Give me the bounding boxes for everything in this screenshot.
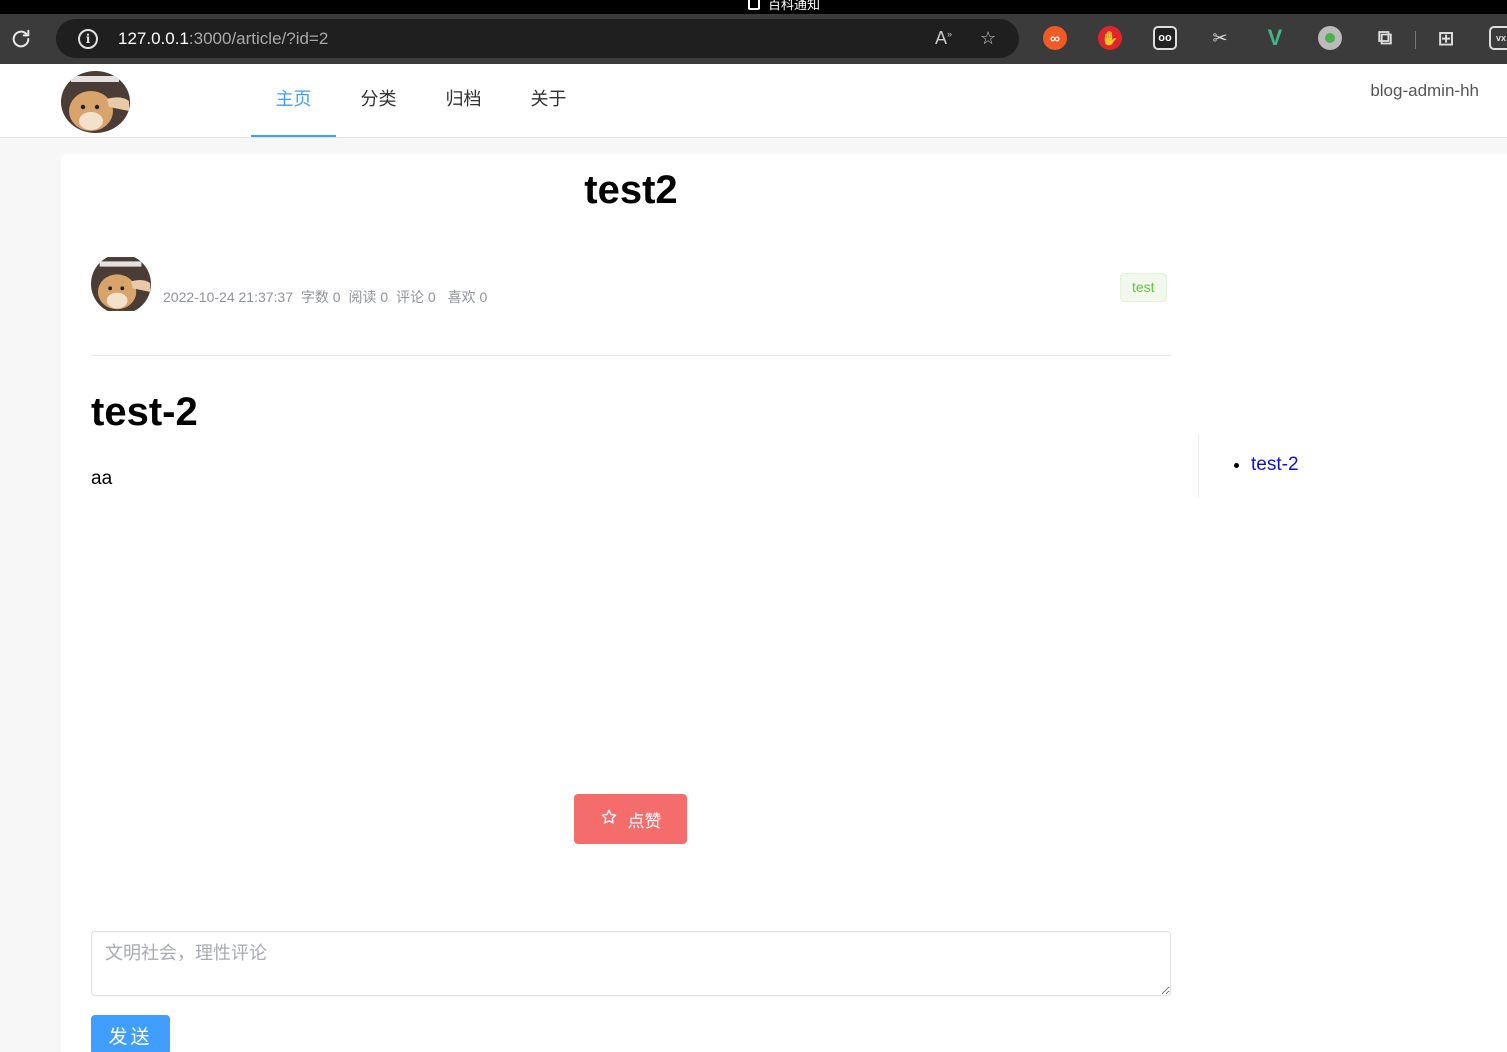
url-host: 127.0.0.1	[118, 29, 189, 48]
window-title: 百科通知	[748, 0, 820, 13]
site-header: 主页 分类 归档 关于 blog-admin-hh	[0, 64, 1507, 138]
like-count: 喜欢 0	[447, 289, 488, 305]
reload-icon[interactable]	[8, 26, 34, 52]
window-title-bar: 百科通知	[0, 0, 1507, 14]
read-count: 阅读 0	[348, 289, 389, 305]
article-card: test2 2022-10-24 21:37:37 字数 0 阅读 0 评论 0…	[61, 154, 1507, 1052]
content-paragraph: aa	[91, 468, 113, 489]
site-logo-avatar[interactable]	[61, 71, 130, 133]
extension-stop-icon[interactable]: ✋	[1098, 26, 1122, 50]
extension-vue-icon[interactable]: V	[1263, 25, 1287, 50]
toolbar-divider	[1415, 31, 1416, 49]
article-meta: 2022-10-24 21:37:37 字数 0 阅读 0 评论 0 喜欢 0	[163, 287, 491, 307]
nav-home[interactable]: 主页	[251, 64, 336, 137]
extension-glasses-icon[interactable]: oo	[1153, 26, 1177, 50]
window-title-text: 百科通知	[768, 0, 821, 12]
document-icon	[748, 0, 760, 10]
browser-toolbar: i 127.0.0.1:3000/article/?id=2 A» ☆ ∞ ✋ …	[0, 14, 1507, 64]
comment-input[interactable]	[91, 931, 1171, 996]
user-name[interactable]: blog-admin-hh	[1370, 81, 1479, 101]
author-avatar[interactable]	[91, 254, 151, 314]
article-date: 2022-10-24 21:37:37	[163, 289, 293, 305]
url-path: :3000/article/?id=2	[188, 29, 329, 48]
add-favorite-icon[interactable]: ☆	[980, 28, 996, 49]
extensions-icon[interactable]: ⧉	[1373, 26, 1397, 50]
article-title: test2	[584, 168, 678, 212]
header-divider	[91, 355, 1171, 356]
comment-count: 评论 0	[396, 289, 436, 305]
address-bar[interactable]: i 127.0.0.1:3000/article/?id=2 A» ☆	[56, 19, 1019, 58]
extension-circle-icon[interactable]	[1318, 26, 1342, 50]
star-icon	[600, 808, 618, 831]
like-button[interactable]: 点赞	[574, 794, 687, 844]
nav-about[interactable]: 关于	[506, 64, 591, 137]
collections-icon[interactable]: ⊞	[1434, 26, 1458, 50]
screenshot-icon[interactable]: vx	[1489, 26, 1507, 50]
toc-item: test-2	[1251, 454, 1299, 476]
content-heading: test-2	[91, 390, 198, 434]
send-button[interactable]: 发送	[91, 1015, 170, 1052]
like-button-label: 点赞	[627, 811, 662, 831]
extension-infinity-icon[interactable]: ∞	[1043, 26, 1067, 50]
info-icon[interactable]: i	[78, 29, 98, 49]
extension-cut-icon[interactable]: ✂	[1208, 26, 1232, 50]
read-aloud-icon[interactable]: A»	[935, 28, 952, 49]
toc-link[interactable]: test-2	[1251, 454, 1299, 475]
word-count: 字数 0	[300, 289, 341, 305]
nav-category[interactable]: 分类	[336, 64, 421, 137]
article-tag[interactable]: test	[1120, 273, 1167, 302]
url-text[interactable]: 127.0.0.1:3000/article/?id=2	[118, 29, 328, 49]
table-of-contents: test-2	[1198, 434, 1498, 497]
nav-archive[interactable]: 归档	[421, 64, 506, 137]
